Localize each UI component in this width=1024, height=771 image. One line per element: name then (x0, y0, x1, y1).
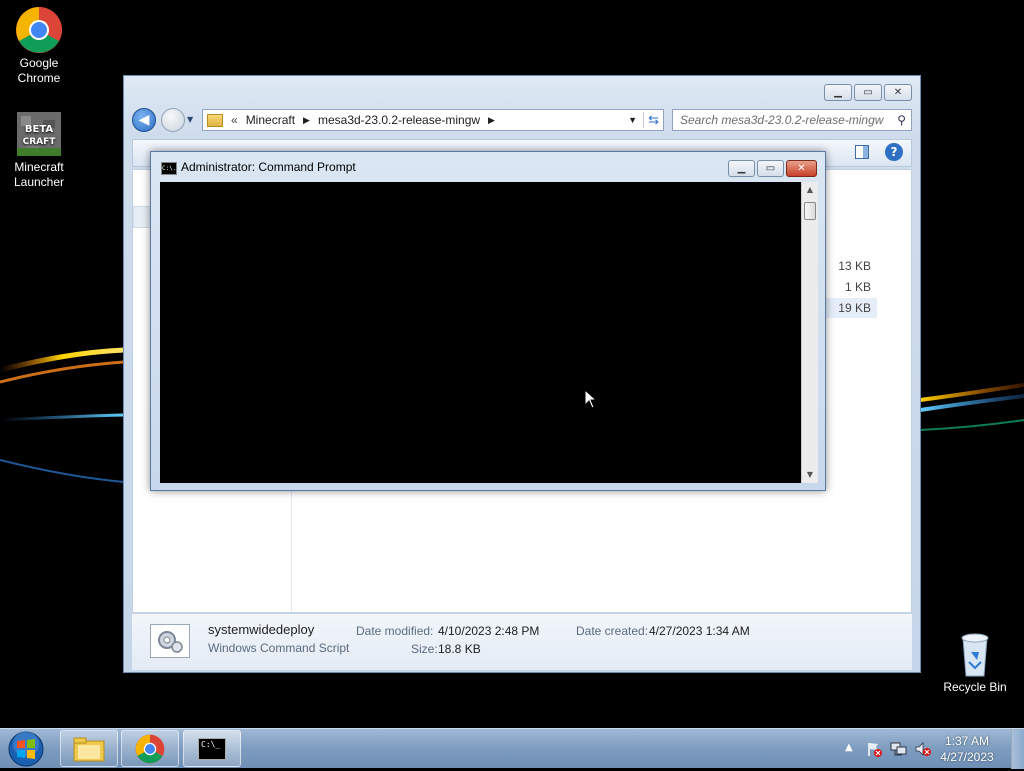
explorer-navigation-bar: ◀ ▼ « Minecraft ▶ mesa3d-23.0.2-release-… (132, 105, 912, 135)
taskbar-button-command-prompt[interactable]: C:\_ (183, 730, 241, 767)
taskbar-button-chrome[interactable] (121, 730, 179, 767)
desktop-icon-google-chrome[interactable]: Google Chrome (1, 6, 77, 86)
chrome-icon (135, 734, 165, 763)
action-center-flag-icon[interactable] (866, 741, 882, 757)
refresh-icon[interactable]: ⇆ (643, 112, 663, 128)
minecraft-beta-craft-icon: BETA CRAFT (15, 110, 63, 158)
details-date-modified-label: Date modified: (356, 624, 434, 638)
cmd-window-icon: C:\. (161, 162, 177, 175)
search-placeholder: Search mesa3d-23.0.2-release-mingw (680, 113, 884, 127)
folder-icon (207, 113, 223, 127)
address-bar[interactable]: « Minecraft ▶ mesa3d-23.0.2-release-ming… (202, 109, 664, 131)
maximize-icon: ▭ (765, 163, 776, 174)
breadcrumb-overflow[interactable]: « (231, 113, 238, 127)
back-arrow-icon: ◀ (138, 112, 150, 128)
details-date-created: 4/27/2023 1:34 AM (649, 624, 750, 638)
details-pane: systemwidedeploy Windows Command Script … (132, 614, 912, 670)
logo-text: BETA (25, 124, 53, 135)
cmd-icon: C:\_ (198, 737, 226, 760)
svg-text:CRAFT: CRAFT (23, 137, 57, 147)
minimize-icon: ▁ (737, 163, 746, 174)
desktop-icon-minecraft-launcher[interactable]: BETA CRAFT Minecraft Launcher (1, 110, 77, 190)
breadcrumb-separator-icon[interactable]: ▶ (303, 115, 310, 126)
details-size-label: Size: (411, 642, 438, 656)
scrollbar-thumb[interactable] (804, 202, 816, 220)
file-size-cell: 13 KB (838, 259, 871, 273)
volume-muted-icon[interactable] (914, 741, 932, 757)
console-area[interactable] (160, 182, 801, 483)
close-button[interactable]: ✕ (884, 84, 912, 101)
scroll-down-icon[interactable]: ▼ (802, 467, 818, 483)
back-button[interactable]: ◀ (132, 108, 156, 132)
desktop-icon-label: Google (19, 56, 59, 70)
details-date-modified: 4/10/2023 2:48 PM (438, 624, 540, 638)
close-icon: ✕ (797, 163, 806, 174)
search-icon[interactable]: ⚲ (897, 113, 906, 127)
scroll-up-icon[interactable]: ▲ (802, 182, 818, 198)
recent-pages-dropdown[interactable]: ▼ (187, 115, 193, 124)
wallpaper-swoosh-right (920, 383, 1024, 431)
minimize-button[interactable]: ▁ (824, 84, 852, 101)
command-prompt-window[interactable]: C:\. Administrator: Command Prompt ▁ ▭ ✕… (150, 151, 826, 491)
show-desktop-button[interactable] (1011, 729, 1024, 769)
details-file-name: systemwidedeploy (208, 622, 315, 637)
desktop-icon-recycle-bin[interactable]: Recycle Bin (937, 630, 1013, 695)
breadcrumb-item-minecraft[interactable]: Minecraft (246, 113, 295, 127)
start-button[interactable] (4, 730, 48, 768)
details-size: 18.8 KB (438, 642, 481, 656)
windows-start-orb-icon (8, 731, 44, 767)
taskbar-clock[interactable]: 1:37 AM 4/27/2023 (932, 733, 1002, 765)
show-hidden-icons-chevron[interactable]: ▲ (845, 742, 853, 753)
close-icon: ✕ (893, 87, 903, 98)
cmd-caption-buttons: ▁ ▭ ✕ (728, 160, 817, 177)
clock-date: 4/27/2023 (940, 750, 994, 764)
breadcrumb-separator-icon[interactable]: ▶ (488, 115, 495, 126)
address-dropdown-icon[interactable]: ▼ (628, 115, 637, 125)
details-file-type: Windows Command Script (208, 641, 350, 655)
desktop-icon-label: Launcher (13, 175, 65, 189)
windows-explorer-icon (73, 737, 105, 761)
close-button[interactable]: ✕ (786, 160, 817, 177)
recycle-bin-icon (951, 630, 999, 678)
mouse-cursor-icon (584, 389, 598, 409)
file-size-cell-selected[interactable]: 19 KB (821, 298, 877, 318)
network-icon[interactable] (890, 741, 908, 757)
search-input[interactable]: Search mesa3d-23.0.2-release-mingw ⚲ (672, 109, 912, 131)
taskbar: C:\_ ▲ 1:37 AM 4/27/2023 (0, 728, 1024, 769)
explorer-caption-buttons: ▁ ▭ ✕ (824, 84, 912, 101)
preview-pane-icon[interactable] (855, 145, 869, 159)
script-file-icon (150, 624, 190, 658)
desktop-icon-label: Recycle Bin (943, 680, 1007, 694)
minimize-icon: ▁ (834, 87, 842, 98)
forward-button[interactable] (161, 108, 185, 132)
breadcrumb-item-mesa3d[interactable]: mesa3d-23.0.2-release-mingw (318, 113, 480, 127)
maximize-button[interactable]: ▭ (757, 160, 784, 177)
help-icon[interactable]: ? (885, 143, 903, 161)
maximize-button[interactable]: ▭ (854, 84, 882, 101)
cmd-window-title: Administrator: Command Prompt (181, 160, 356, 174)
desktop: Google Chrome BETA CRAFT Minecraft Launc… (0, 0, 1024, 728)
desktop-icon-label: Minecraft (14, 160, 64, 174)
desktop-icon-label: Chrome (17, 71, 61, 85)
vertical-scrollbar[interactable]: ▲ ▼ (801, 182, 818, 483)
minimize-button[interactable]: ▁ (728, 160, 755, 177)
clock-time: 1:37 AM (944, 734, 990, 748)
taskbar-button-windows-explorer[interactable] (60, 730, 118, 767)
chrome-icon (15, 6, 63, 54)
file-size-cell: 1 KB (844, 280, 871, 294)
maximize-icon: ▭ (863, 87, 873, 98)
details-date-created-label: Date created: (576, 624, 649, 638)
